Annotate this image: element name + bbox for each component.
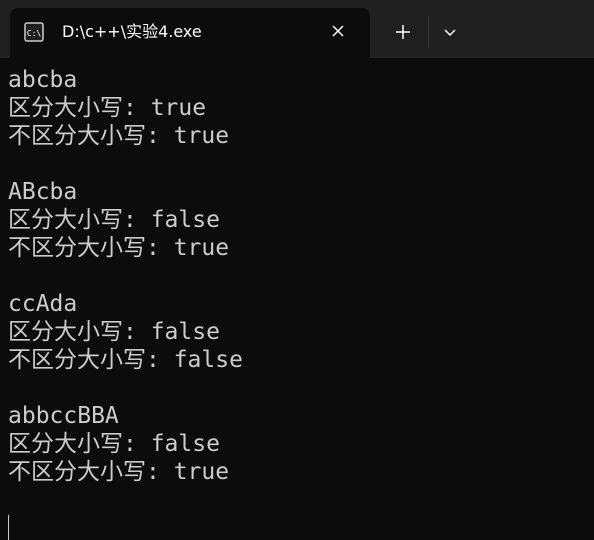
tab-title: D:\c++\实验4.exe bbox=[62, 22, 202, 41]
console-line: 区分大小写: false bbox=[8, 319, 220, 345]
svg-text:C:\: C:\ bbox=[27, 29, 42, 38]
console-line: 区分大小写: false bbox=[8, 207, 220, 233]
console-line: abcba bbox=[8, 67, 78, 93]
console-line: 不区分大小写: true bbox=[8, 123, 230, 149]
console-line: 不区分大小写: true bbox=[8, 235, 230, 261]
console-line: abbccBBA bbox=[8, 403, 119, 429]
console-icon: C:\ bbox=[24, 22, 44, 42]
console-line: 不区分大小写: true bbox=[8, 459, 230, 485]
plus-icon[interactable] bbox=[389, 18, 417, 46]
tab-active[interactable]: C:\ D:\c++\实验4.exe bbox=[10, 8, 370, 58]
tab-divider bbox=[428, 16, 429, 48]
console-output: abcba 区分大小写: true 不区分大小写: true ABcba 区分大… bbox=[8, 66, 588, 486]
text-cursor bbox=[8, 515, 9, 540]
terminal-window: C:\ D:\c++\实验4.exe abcba 区分大小写: true 不区分… bbox=[0, 0, 594, 540]
console-line: ABcba bbox=[8, 179, 78, 205]
tab-bar: C:\ D:\c++\实验4.exe bbox=[0, 0, 594, 58]
console-line: 区分大小写: true bbox=[8, 95, 207, 121]
console-line: ccAda bbox=[8, 291, 78, 317]
console-line: 不区分大小写: false bbox=[8, 347, 243, 373]
chevron-down-icon[interactable] bbox=[436, 18, 464, 46]
console-line: 区分大小写: false bbox=[8, 431, 220, 457]
close-icon[interactable] bbox=[326, 19, 350, 43]
